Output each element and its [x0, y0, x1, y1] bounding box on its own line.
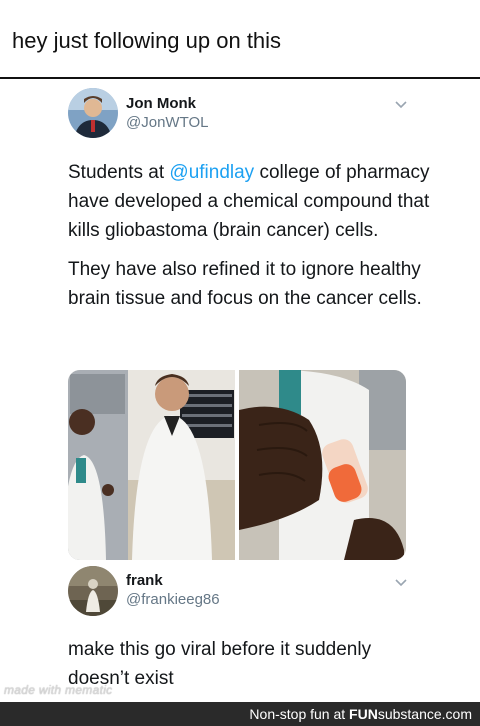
tweet-body: Students at @ufindlay college of pharmac…: [68, 158, 448, 313]
tweet-paragraph-1: Students at @ufindlay college of pharmac…: [68, 162, 430, 241]
avatar[interactable]: [68, 566, 118, 616]
footer-text[interactable]: Non-stop fun at FUNsubstance.com: [249, 706, 472, 722]
author-handle[interactable]: @frankieeg86: [126, 591, 220, 608]
author-name[interactable]: Jon Monk: [126, 95, 196, 112]
tweet-jon-monk: Jon Monk @JonWTOL Students at @ufindlay …: [0, 0, 480, 370]
tweet-frank: frank @frankieeg86 make this go viral be…: [0, 560, 480, 700]
photo-students[interactable]: [68, 370, 235, 560]
tweet-media[interactable]: [68, 370, 406, 560]
author-name[interactable]: frank: [126, 572, 163, 589]
photo-vial[interactable]: [239, 370, 406, 560]
tweet-paragraph-2: They have also refined it to ignore heal…: [68, 259, 422, 309]
avatar[interactable]: [68, 88, 118, 138]
mematic-watermark: made with mematic: [4, 683, 113, 697]
tweet-body: make this go viral before it suddenly do…: [68, 639, 372, 689]
site-footer: Non-stop fun at FUNsubstance.com: [0, 702, 480, 726]
author-handle[interactable]: @JonWTOL: [126, 114, 208, 131]
chevron-down-icon[interactable]: [394, 100, 408, 110]
chevron-down-icon[interactable]: [394, 578, 408, 588]
mention-link[interactable]: @ufindlay: [169, 162, 254, 183]
